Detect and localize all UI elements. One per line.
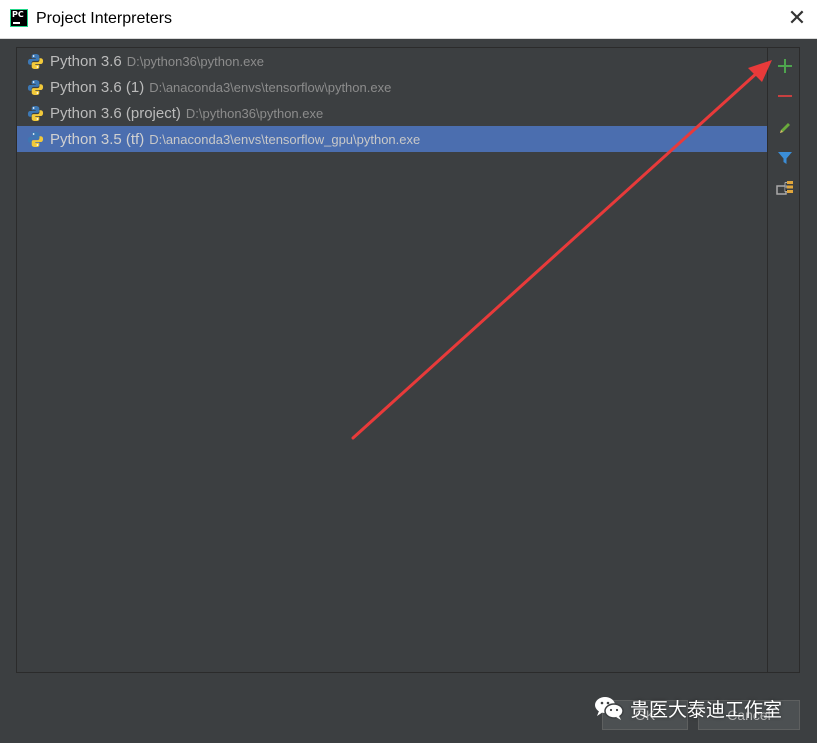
wechat-icon	[595, 697, 624, 720]
tree-icon	[776, 181, 793, 195]
interpreter-name: Python 3.6 (1)	[50, 78, 145, 96]
interpreter-row[interactable]: Python 3.6 (project) D:\python36\python.e…	[17, 100, 767, 126]
interpreter-path: D:\python36\python.exe	[185, 105, 324, 121]
interpreter-row[interactable]: Python 3.6 (1) D:\anaconda3\envs\tensorfl…	[17, 74, 767, 100]
interpreter-row[interactable]: Python 3.6 D:\python36\python.exe	[17, 48, 767, 74]
app-icon-letters: PC	[12, 10, 24, 19]
add-interpreter-button[interactable]	[775, 56, 795, 76]
pencil-icon	[780, 123, 790, 133]
python-icon	[27, 53, 44, 69]
interpreter-name: Python 3.5 (tf)	[50, 130, 145, 148]
watermark-text: 贵医大泰迪工作室	[630, 698, 783, 721]
interpreter-row[interactable]: Python 3.5 (tf) D:\anaconda3\envs\tensorf…	[17, 126, 767, 152]
side-toolbar	[769, 48, 799, 672]
interpreter-name: Python 3.6 (project)	[50, 104, 181, 122]
filter-icon	[778, 152, 792, 164]
remove-interpreter-button[interactable]	[775, 86, 795, 106]
python-icon	[27, 131, 44, 147]
close-button[interactable]: ✕	[785, 7, 809, 31]
plus-icon	[778, 59, 792, 73]
interpreter-name: Python 3.6	[50, 52, 122, 70]
interpreter-path: D:\python36\python.exe	[126, 53, 265, 69]
python-icon	[27, 79, 44, 95]
python-icon	[27, 105, 44, 121]
interpreter-path: D:\anaconda3\envs\tensorflow\python.exe	[149, 79, 392, 95]
wechat-watermark: 贵医大泰迪工作室	[594, 690, 782, 726]
edit-interpreter-button[interactable]	[775, 118, 795, 138]
minus-icon	[778, 95, 792, 97]
interpreter-list[interactable]: Python 3.6 D:\python36\python.exe Python 3…	[17, 48, 768, 672]
title-bar: PC Project Interpreters ✕	[0, 0, 817, 39]
filter-button[interactable]	[775, 148, 795, 168]
interpreter-path: D:\anaconda3\envs\tensorflow_gpu\python.…	[149, 131, 421, 147]
pycharm-app-icon: PC	[10, 9, 28, 27]
show-paths-button[interactable]	[775, 178, 795, 198]
window-title: Project Interpreters	[36, 10, 173, 27]
interpreters-panel: Python 3.6 D:\python36\python.exe Python 3…	[16, 47, 800, 673]
